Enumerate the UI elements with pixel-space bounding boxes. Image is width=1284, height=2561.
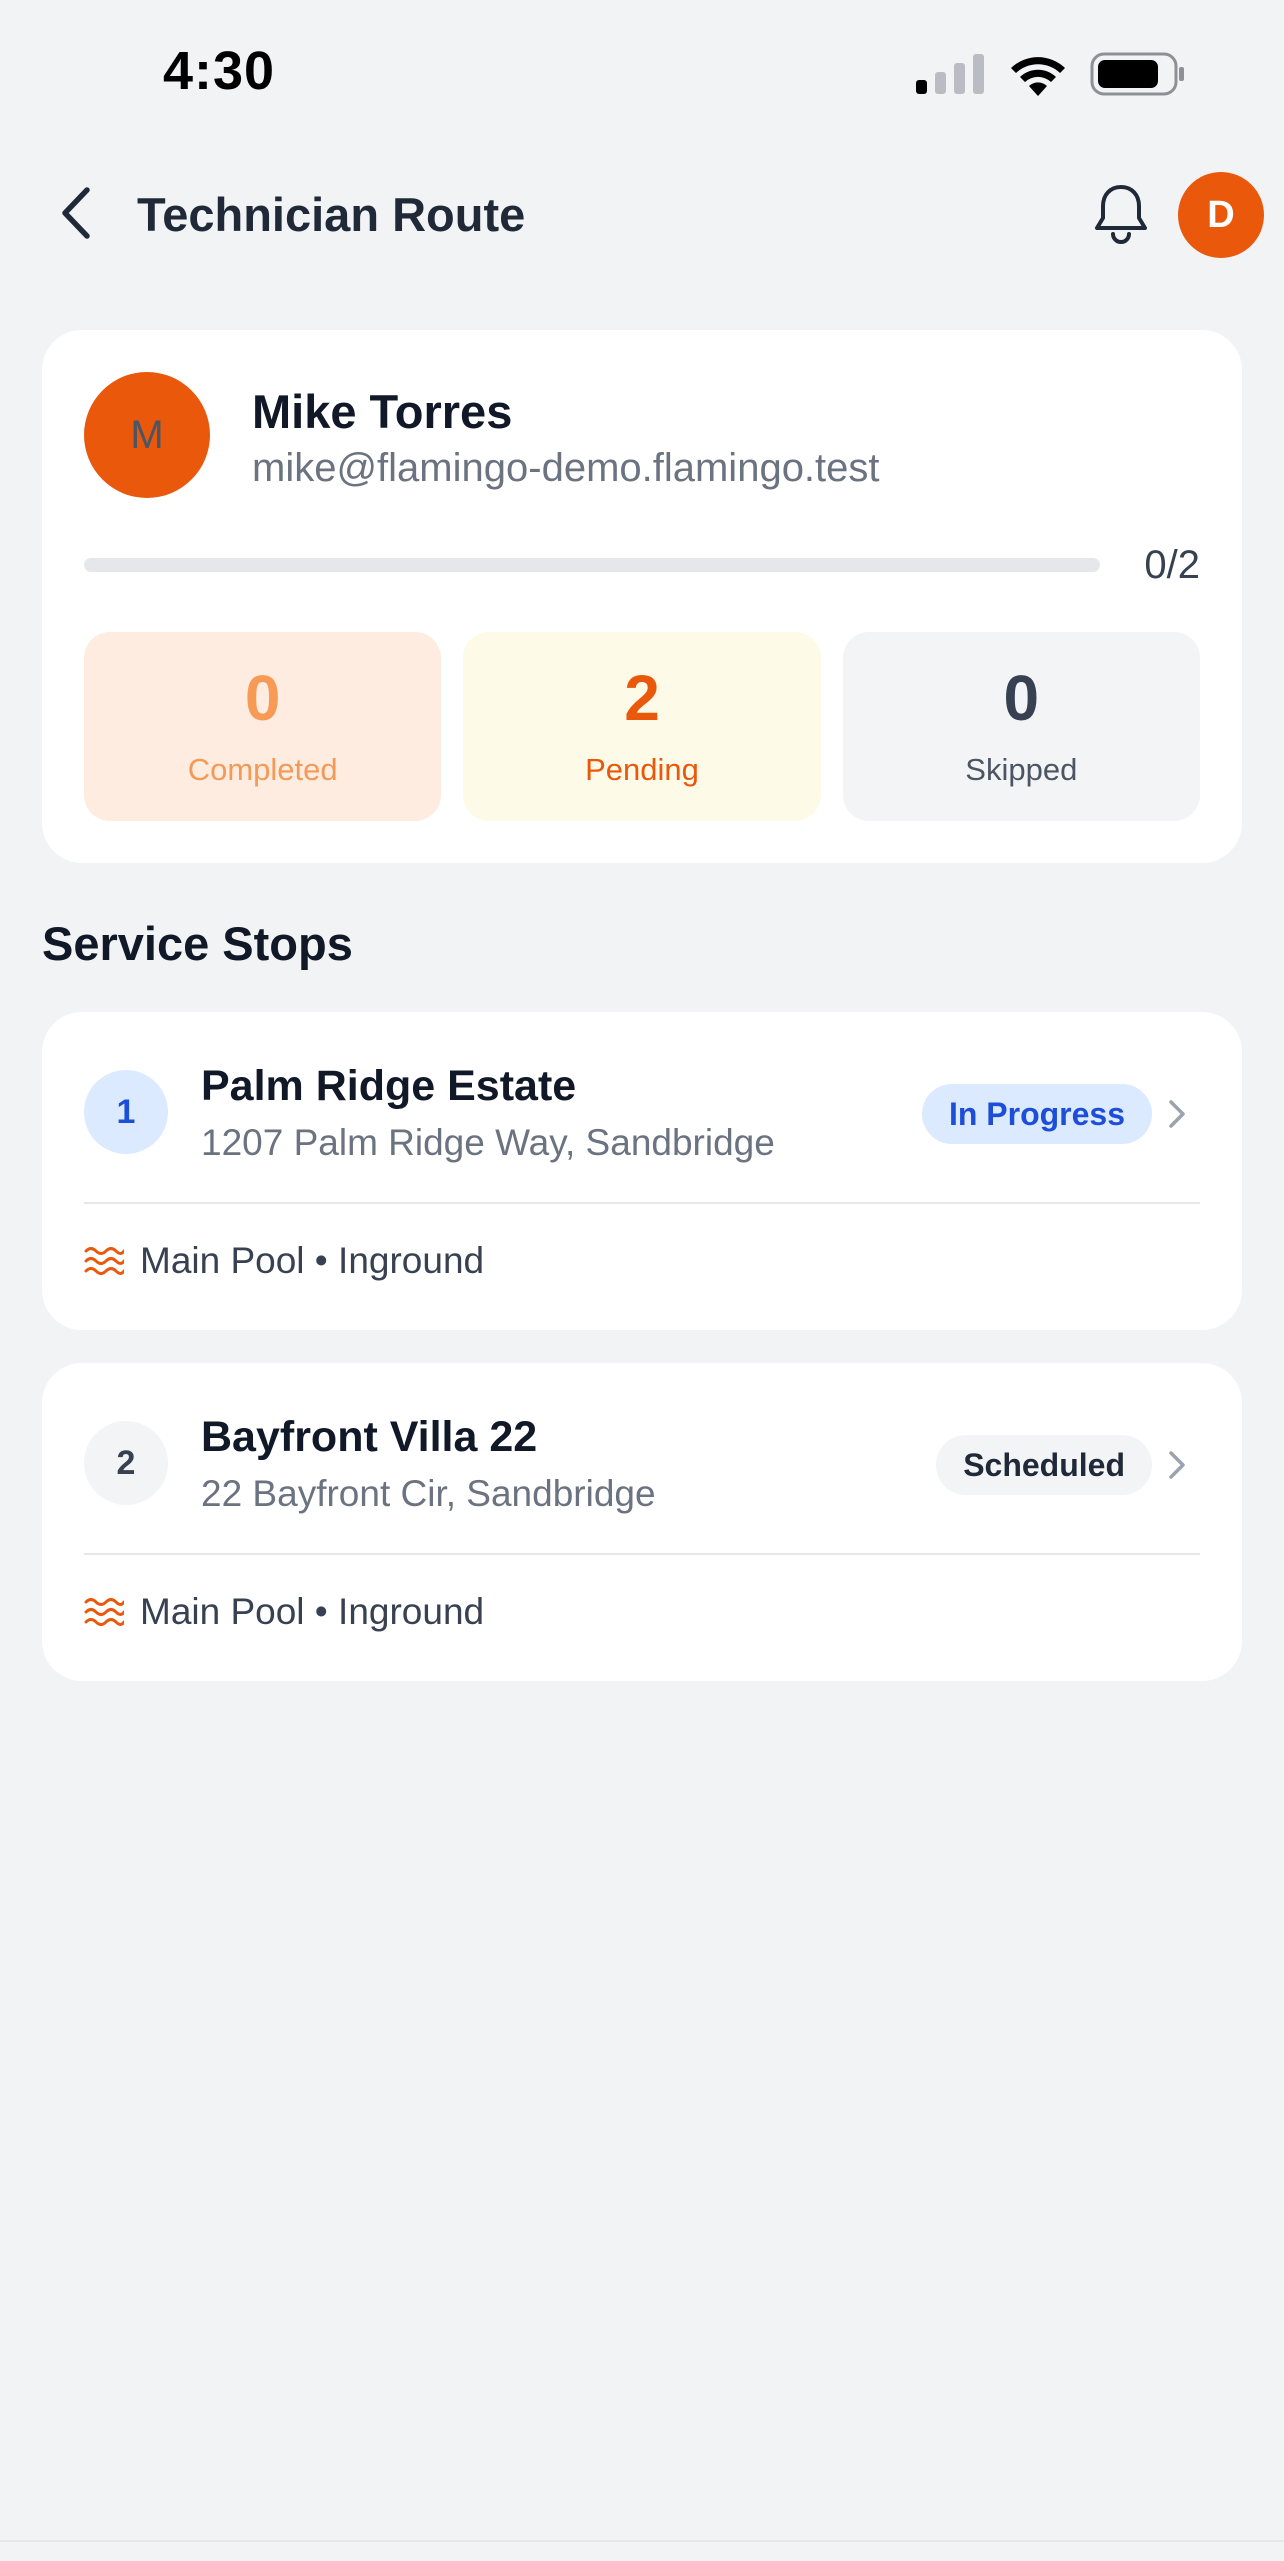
stats-row: 0 Completed 2 Pending 0 Skipped bbox=[84, 632, 1200, 821]
status-badge: Scheduled bbox=[936, 1435, 1152, 1495]
section-title: Service Stops bbox=[42, 917, 353, 970]
wifi-icon bbox=[1008, 52, 1068, 101]
divider bbox=[84, 1553, 1200, 1555]
waves-icon bbox=[84, 1592, 124, 1632]
status-bar: 4:30 bbox=[0, 0, 1284, 150]
pool-info: Main Pool • Inground bbox=[84, 1591, 484, 1633]
pool-label: Main Pool • Inground bbox=[140, 1591, 485, 1632]
route-progress-label: 0/2 bbox=[1144, 543, 1200, 587]
stat-pending-value: 2 bbox=[624, 661, 660, 734]
technician-avatar: M bbox=[84, 372, 210, 498]
bottom-divider bbox=[0, 2540, 1284, 2542]
status-badge: In Progress bbox=[921, 1084, 1152, 1144]
technician-name: Mike Torres bbox=[252, 385, 513, 438]
stat-skipped-value: 0 bbox=[1003, 661, 1040, 734]
page-title: Technician Route bbox=[137, 188, 526, 241]
status-icons bbox=[916, 52, 1186, 101]
service-stop-card[interactable]: 1 Palm Ridge Estate 1207 Palm Ridge Way,… bbox=[42, 1012, 1242, 1330]
chevron-right-icon bbox=[1162, 1096, 1192, 1132]
stat-skipped-label: Skipped bbox=[965, 751, 1078, 787]
stat-completed-label: Completed bbox=[187, 751, 338, 787]
stop-address: 22 Bayfront Cir, Sandbridge bbox=[201, 1473, 656, 1514]
stop-address: 1207 Palm Ridge Way, Sandbridge bbox=[201, 1122, 775, 1163]
battery-icon bbox=[1090, 52, 1186, 101]
status-time: 4:30 bbox=[163, 41, 276, 101]
stat-pending-label: Pending bbox=[585, 751, 699, 787]
stop-number: 2 bbox=[84, 1421, 168, 1505]
stat-completed: 0 Completed bbox=[84, 632, 442, 821]
stop-name: Palm Ridge Estate bbox=[201, 1062, 577, 1110]
back-button[interactable] bbox=[46, 185, 106, 245]
stat-skipped: 0 Skipped bbox=[842, 632, 1200, 821]
stop-name: Bayfront Villa 22 bbox=[201, 1413, 538, 1461]
divider bbox=[84, 1202, 1200, 1204]
signal-icon bbox=[916, 54, 986, 99]
technician-card: M Mike Torres mike@flamingo-demo.flaming… bbox=[42, 330, 1242, 863]
notifications-button[interactable] bbox=[1088, 181, 1154, 251]
waves-icon bbox=[84, 1241, 124, 1281]
technician-email: mike@flamingo-demo.flamingo.test bbox=[252, 446, 880, 490]
stop-number: 1 bbox=[84, 1070, 168, 1154]
pool-label: Main Pool • Inground bbox=[140, 1240, 485, 1281]
pool-info: Main Pool • Inground bbox=[84, 1240, 484, 1282]
chevron-right-icon bbox=[1162, 1447, 1192, 1483]
stat-pending: 2 Pending bbox=[463, 632, 821, 821]
route-progress-bar bbox=[84, 558, 1100, 572]
bell-icon bbox=[1092, 182, 1150, 251]
app-header: Technician Route D bbox=[0, 165, 1284, 265]
stat-completed-value: 0 bbox=[244, 661, 281, 734]
chevron-left-icon bbox=[59, 186, 93, 245]
service-stop-card[interactable]: 2 Bayfront Villa 22 22 Bayfront Cir, San… bbox=[42, 1363, 1242, 1681]
user-avatar[interactable]: D bbox=[1178, 172, 1264, 258]
